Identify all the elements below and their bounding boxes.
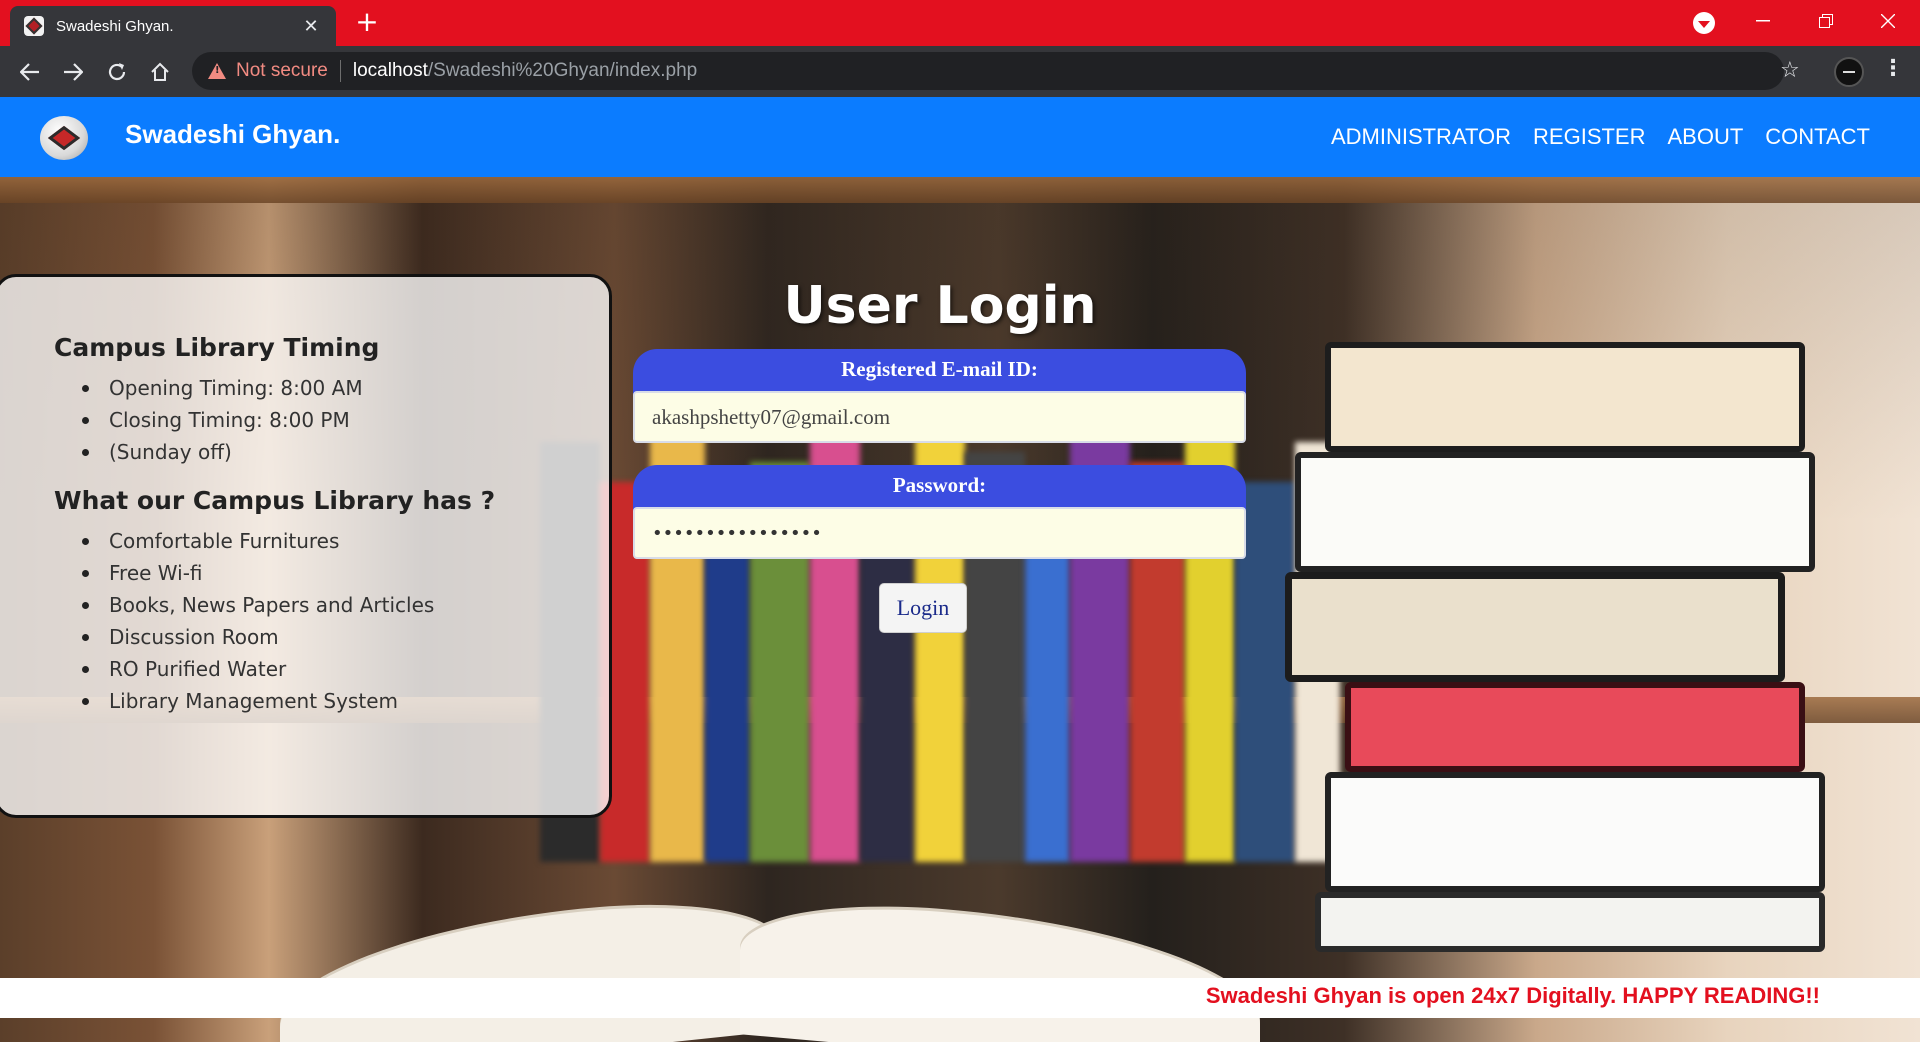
browser-toolbar: Not secure localhost/Swadeshi%20Ghyan/in… <box>0 46 1920 97</box>
list-item: Comfortable Furnitures <box>54 525 609 557</box>
main-nav: ADMINISTRATOR REGISTER ABOUT CONTACT <box>1331 124 1870 150</box>
login-title: User Login <box>783 276 1097 336</box>
restore-icon[interactable] <box>1796 0 1856 42</box>
account-icon[interactable] <box>1834 57 1864 87</box>
menu-icon[interactable]: ⋮ <box>1882 56 1904 81</box>
browser-tab[interactable]: Swadeshi Ghyan. ✕ <box>10 6 336 46</box>
list-item: Discussion Room <box>54 621 609 653</box>
list-item: Free Wi-fi <box>54 557 609 589</box>
shelf-edge <box>0 177 1920 203</box>
tab-title: Swadeshi Ghyan. <box>56 17 174 35</box>
new-tab-button[interactable]: + <box>352 8 382 38</box>
site-header: Swadeshi Ghyan. ADMINISTRATOR REGISTER A… <box>0 97 1920 177</box>
back-icon[interactable] <box>14 56 46 88</box>
reload-icon[interactable] <box>101 56 133 88</box>
home-icon[interactable] <box>144 56 176 88</box>
login-button[interactable]: Login <box>879 583 967 633</box>
nav-about[interactable]: ABOUT <box>1668 124 1744 150</box>
timing-heading: Campus Library Timing <box>54 333 380 362</box>
timing-list: Opening Timing: 8:00 AM Closing Timing: … <box>54 372 609 468</box>
list-item: Library Management System <box>54 685 609 717</box>
list-item: Closing Timing: 8:00 PM <box>54 404 609 436</box>
profile-menu-icon[interactable] <box>1693 12 1715 34</box>
close-tab-icon[interactable]: ✕ <box>300 16 322 37</box>
window-close-icon[interactable] <box>1858 0 1918 42</box>
list-item: Opening Timing: 8:00 AM <box>54 372 609 404</box>
facilities-list: Comfortable Furnitures Free Wi-fi Books,… <box>54 525 609 717</box>
announcement-text: Swadeshi Ghyan is open 24x7 Digitally. H… <box>1205 983 1820 1008</box>
security-status[interactable]: Not secure <box>236 60 328 82</box>
site-logo-icon[interactable] <box>40 116 88 160</box>
library-info-card: Campus Library Timing Opening Timing: 8:… <box>0 274 612 818</box>
list-item: Books, News Papers and Articles <box>54 589 609 621</box>
brand-name[interactable]: Swadeshi Ghyan. <box>125 119 340 150</box>
password-field[interactable] <box>633 507 1246 559</box>
url-host: localhost <box>352 60 428 81</box>
site-favicon-icon <box>24 16 44 36</box>
warning-icon <box>208 63 226 79</box>
facilities-heading: What our Campus Library has ? <box>54 486 496 515</box>
nav-contact[interactable]: CONTACT <box>1765 124 1870 150</box>
minimize-icon[interactable] <box>1733 0 1793 42</box>
password-label: Password: <box>633 465 1246 511</box>
browser-tabstrip: Swadeshi Ghyan. ✕ + <box>0 0 1920 46</box>
list-item: RO Purified Water <box>54 653 609 685</box>
announcement-banner: Swadeshi Ghyan is open 24x7 Digitally. H… <box>0 978 1920 1018</box>
forward-icon[interactable] <box>57 56 89 88</box>
nav-administrator[interactable]: ADMINISTRATOR <box>1331 124 1511 150</box>
address-bar[interactable]: Not secure localhost/Swadeshi%20Ghyan/in… <box>192 52 1784 90</box>
email-field[interactable] <box>633 391 1246 443</box>
book-stack-image <box>1285 342 1845 952</box>
omnibox-divider <box>339 60 341 82</box>
url-path: /Swadeshi%20Ghyan/index.php <box>427 60 698 81</box>
list-item: (Sunday off) <box>54 436 609 468</box>
star-icon[interactable]: ☆ <box>1780 58 1800 83</box>
email-label: Registered E-mail ID: <box>633 349 1246 395</box>
nav-register[interactable]: REGISTER <box>1533 124 1645 150</box>
